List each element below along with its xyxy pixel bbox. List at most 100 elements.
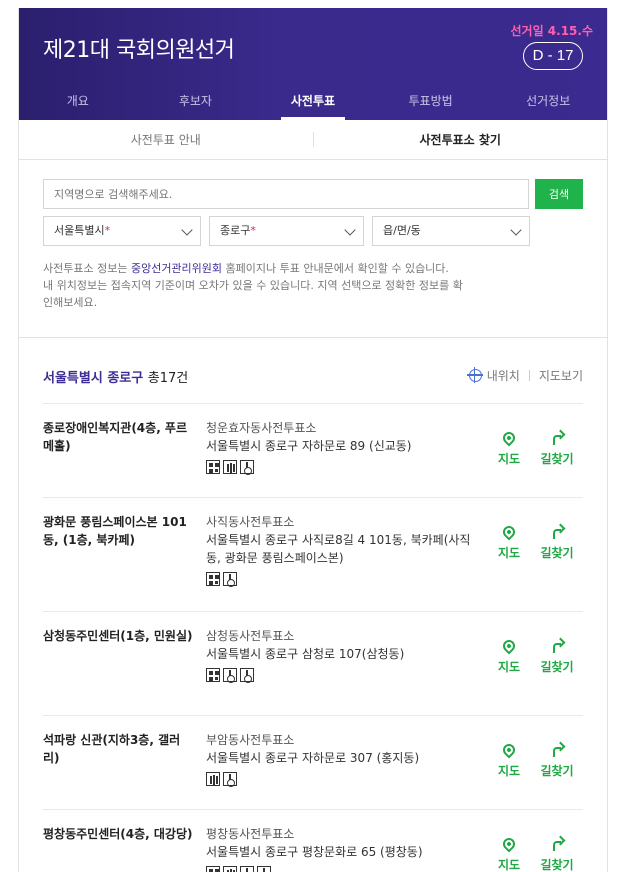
station-name: 청운효자동사전투표소	[206, 421, 317, 435]
notice-text-part: 홈페이지나 투표 안내문에서 확인할 수 있습니다.	[222, 262, 449, 275]
result-title: 서울특별시 종로구 총17건	[43, 367, 188, 386]
facility-icons	[206, 668, 478, 683]
place-name: 평창동주민센터(4층, 대강당)	[43, 827, 193, 841]
header: 제21대 국회의원선거 선거일 4.15.수 D - 17 개요 후보자 사전투…	[19, 8, 607, 120]
wheelchair-icon	[240, 668, 254, 683]
place-name: 광화문 풍림스페이스본 101동, (1층, 북카페)	[43, 515, 187, 547]
search-area: 검색 서울특별시* 종로구* 읍/면/동 사전투표소 정보는 중앙선거관리위원회…	[19, 160, 607, 338]
wheelchair-icon	[223, 668, 237, 683]
place-info: 청운효자동사전투표소 서울특별시 종로구 자하문로 89 (신교동)	[206, 419, 478, 475]
map-button[interactable]: 지도	[487, 523, 531, 561]
select-city-value: 서울특별시	[54, 224, 105, 237]
polling-place-row: 평창동주민센터(4층, 대강당) 평창동사전투표소 서울특별시 종로구 평창문화…	[43, 810, 583, 872]
wheelchair-icon	[240, 460, 254, 475]
polling-place-row: 광화문 풍림스페이스본 101동, (1층, 북카페) 사직동사전투표소 서울특…	[43, 498, 583, 612]
map-pin-icon	[500, 835, 518, 853]
qr-icon	[206, 866, 220, 872]
map-button-label: 지도	[497, 546, 521, 560]
map-button[interactable]: 지도	[487, 429, 531, 467]
map-button-label: 지도	[497, 660, 521, 674]
result-count: 총17건	[147, 371, 189, 386]
wheelchair-icon	[223, 572, 237, 587]
map-button[interactable]: 지도	[487, 741, 531, 779]
chevron-down-icon	[510, 224, 522, 236]
place-info: 평창동사전투표소 서울특별시 종로구 평창문화로 65 (평창동)	[206, 825, 478, 872]
polling-place-list: 종로장애인복지관(4층, 푸르메홀) 청운효자동사전투표소 서울특별시 종로구 …	[19, 404, 607, 872]
region-selects: 서울특별시* 종로구* 읍/면/동	[43, 216, 583, 246]
elevator-icon	[223, 460, 237, 474]
map-button[interactable]: 지도	[487, 637, 531, 675]
elevator-icon	[223, 866, 237, 872]
facility-icons	[206, 572, 478, 587]
notice-line-2: 내 위치정보는 접속지역 기준이며 오차가 있을 수 있습니다. 지역 선택으로…	[43, 279, 463, 292]
tab-overview[interactable]: 개요	[19, 86, 137, 120]
polling-place-row: 석파랑 신관(지하3층, 갤러리) 부암동사전투표소 서울특별시 종로구 자하문…	[43, 716, 583, 810]
station-name: 사직동사전투표소	[206, 515, 295, 529]
route-button[interactable]: 길찾기	[535, 430, 579, 467]
select-district-value: 종로구	[220, 224, 251, 237]
select-town-value: 읍/면/동	[383, 224, 421, 237]
location-target-icon	[466, 367, 483, 383]
notice-line-1: 사전투표소 정보는 중앙선거관리위원회 홈페이지나 투표 안내문에서 확인할 수…	[43, 260, 583, 277]
route-button-label: 길찾기	[540, 546, 574, 560]
tab-election-info[interactable]: 선거정보	[489, 86, 607, 120]
nec-link[interactable]: 중앙선거관리위원회	[131, 262, 222, 275]
chevron-down-icon	[181, 224, 193, 236]
dday-badge: D - 17	[523, 42, 583, 70]
wheelchair-icon	[257, 866, 271, 872]
place-actions: 지도 길찾기	[487, 835, 579, 872]
chevron-down-icon	[344, 224, 356, 236]
notice-line-3: 인해보세요.	[43, 296, 98, 309]
place-actions: 지도 길찾기	[487, 741, 579, 782]
route-button[interactable]: 길찾기	[535, 742, 579, 779]
select-district[interactable]: 종로구*	[209, 216, 364, 246]
route-button-label: 길찾기	[540, 660, 574, 674]
facility-icons	[206, 866, 478, 872]
polling-place-row: 삼청동주민센터(1층, 민원실) 삼청동사전투표소 서울특별시 종로구 삼청로 …	[43, 612, 583, 716]
route-button[interactable]: 길찾기	[535, 524, 579, 561]
tab-candidates[interactable]: 후보자	[137, 86, 255, 120]
place-address: 서울특별시 종로구 사직로8길 4 101동, 북카페(사직동, 광화문 풍림스…	[206, 533, 471, 565]
map-button-label: 지도	[497, 858, 521, 872]
route-arrow-icon	[550, 837, 564, 851]
subtab-early-voting-guide[interactable]: 사전투표 안내	[19, 120, 313, 159]
map-button-label: 지도	[497, 452, 521, 466]
map-pin-icon	[500, 637, 518, 655]
route-button[interactable]: 길찾기	[535, 836, 579, 872]
page-title: 제21대 국회의원선거	[43, 38, 235, 63]
polling-place-row: 종로장애인복지관(4층, 푸르메홀) 청운효자동사전투표소 서울특별시 종로구 …	[43, 404, 583, 498]
required-mark: *	[104, 224, 111, 237]
sub-tabs: 사전투표 안내 사전투표소 찾기	[19, 120, 607, 160]
route-button[interactable]: 길찾기	[535, 638, 579, 675]
station-name: 부암동사전투표소	[206, 733, 295, 747]
map-pin-icon	[500, 523, 518, 541]
tab-voting-method[interactable]: 투표방법	[372, 86, 490, 120]
elevator-icon	[206, 772, 220, 786]
place-actions: 지도 길찾기	[487, 523, 579, 564]
map-button-label: 지도	[497, 764, 521, 778]
select-city[interactable]: 서울특별시*	[43, 216, 201, 246]
tab-early-voting[interactable]: 사전투표	[254, 86, 372, 120]
map-button[interactable]: 지도	[487, 835, 531, 872]
my-location-button[interactable]: 내위치	[487, 367, 520, 384]
notice-text: 사전투표소 정보는 중앙선거관리위원회 홈페이지나 투표 안내문에서 확인할 수…	[43, 260, 583, 311]
result-tools: 내위치 지도보기	[466, 367, 583, 384]
search-button[interactable]: 검색	[535, 179, 583, 209]
search-input[interactable]	[43, 179, 529, 209]
notice-text-part: 사전투표소 정보는	[43, 262, 131, 275]
place-name: 석파랑 신관(지하3층, 갤러리)	[43, 733, 181, 765]
place-address: 서울특별시 종로구 자하문로 89 (신교동)	[206, 439, 412, 453]
route-arrow-icon	[550, 431, 564, 445]
election-date: 선거일 4.15.수	[510, 24, 593, 38]
route-arrow-icon	[550, 639, 564, 653]
map-view-button[interactable]: 지도보기	[539, 367, 583, 384]
place-actions: 지도 길찾기	[487, 637, 579, 678]
subtab-find-polling-place[interactable]: 사전투표소 찾기	[314, 120, 608, 159]
select-town[interactable]: 읍/면/동	[372, 216, 530, 246]
station-name: 삼청동사전투표소	[206, 629, 295, 643]
facility-icons	[206, 772, 478, 787]
place-name: 삼청동주민센터(1층, 민원실)	[43, 629, 193, 643]
route-button-label: 길찾기	[540, 764, 574, 778]
map-pin-icon	[500, 741, 518, 759]
route-button-label: 길찾기	[540, 858, 574, 872]
